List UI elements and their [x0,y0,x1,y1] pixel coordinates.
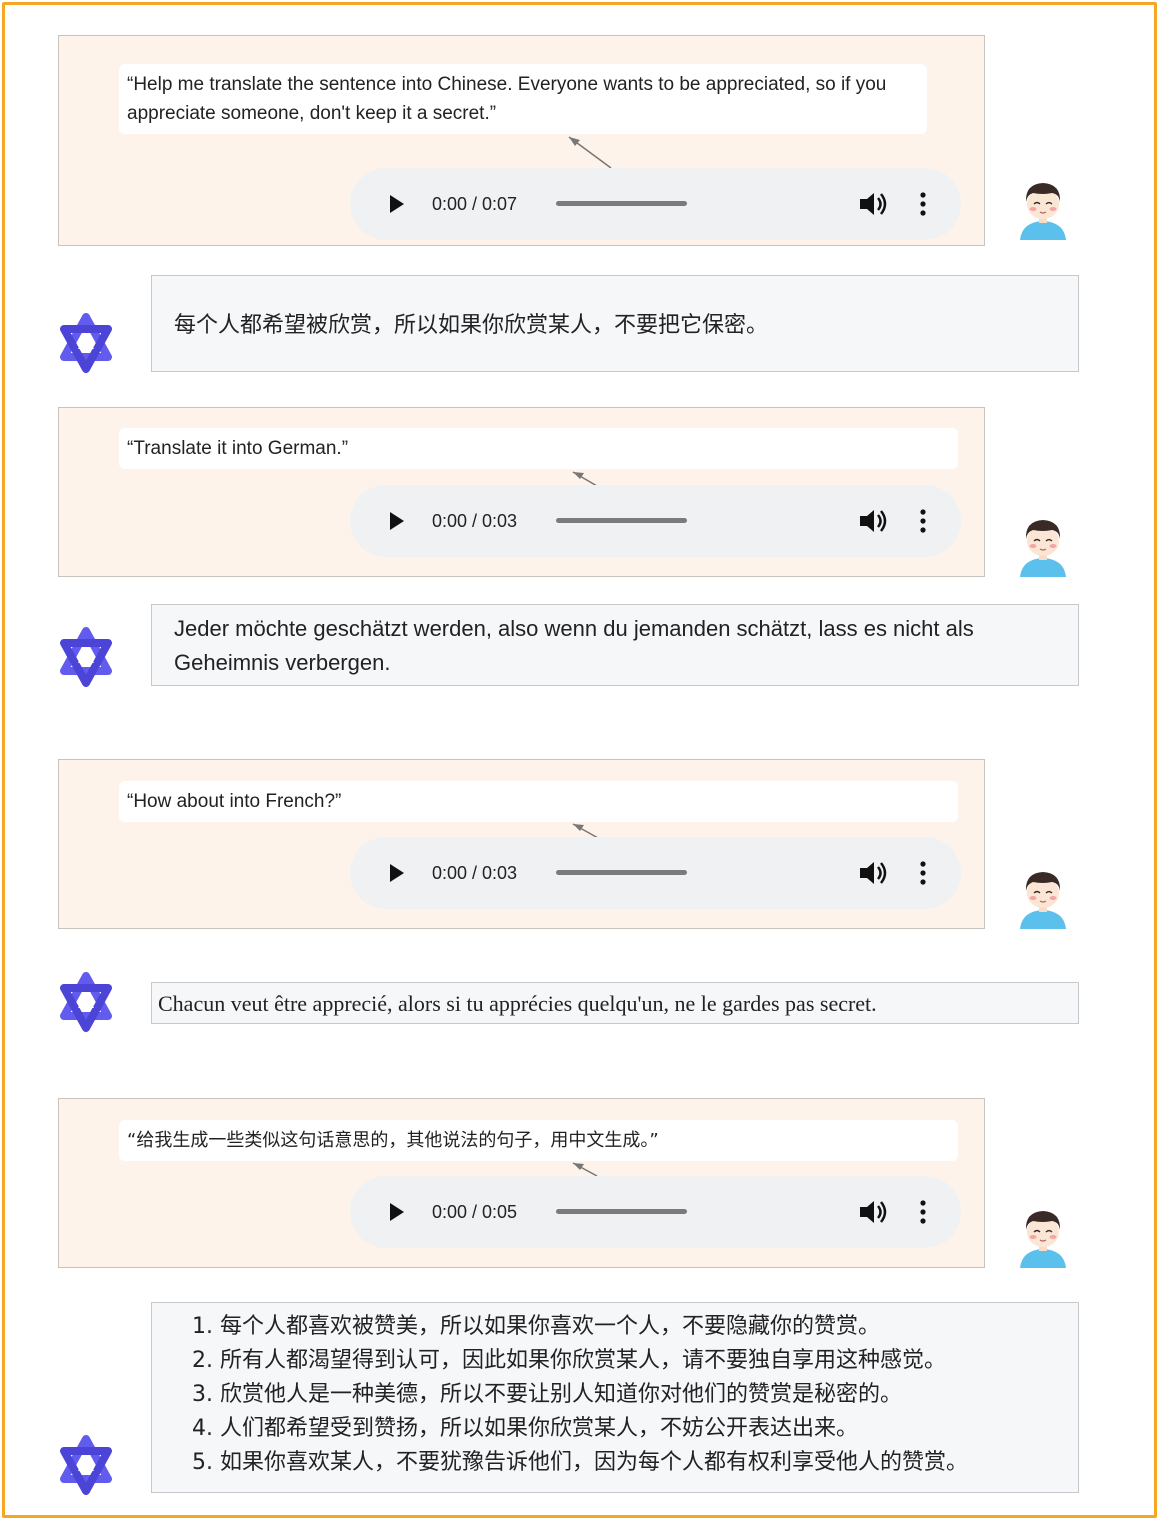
assistant-logo-icon [60,972,112,1032]
assistant-logo-icon [60,627,112,687]
play-icon[interactable] [384,509,408,533]
user-avatar-icon [1020,183,1066,240]
volume-icon[interactable] [858,859,888,887]
assistant-message-2: Jeder möchte geschätzt werden, also wenn… [151,604,1079,686]
play-icon[interactable] [384,192,408,216]
audio-time: 0:00 / 0:03 [432,511,518,531]
list-item: 4. 人们都希望受到赞扬，所以如果你欣赏某人，不妨公开表达出来。 [192,1416,858,1441]
volume-icon[interactable] [858,507,888,535]
assistant-message-1: 每个人都希望被欣赏，所以如果你欣赏某人，不要把它保密。 [151,275,1079,372]
list-item: 5. 如果你喜欢某人，不要犹豫告诉他们，因为每个人都有权利享受他人的赞赏。 [192,1450,968,1475]
list-item: 3. 欣赏他人是一种美德，所以不要让别人知道你对他们的赞赏是秘密的。 [192,1382,902,1407]
audio-progress-track[interactable] [556,518,687,523]
user-avatar-icon [1020,872,1066,929]
user-avatar-icon [1020,1211,1066,1268]
assistant-reply-text: Chacun veut être apprecié, alors si tu a… [158,991,877,1016]
more-options-icon[interactable] [916,190,930,218]
play-icon[interactable] [384,1200,408,1224]
play-icon[interactable] [384,861,408,885]
audio-time: 0:00 / 0:07 [432,194,518,214]
assistant-logo-icon [60,1435,112,1495]
user-message-1: “Help me translate the sentence into Chi… [58,35,985,246]
assistant-reply-text: Jeder möchte geschätzt werden, also wenn… [174,616,974,675]
audio-progress-track[interactable] [556,201,687,206]
audio-progress-track[interactable] [556,1209,687,1214]
volume-icon[interactable] [858,190,888,218]
assistant-reply-list: 1. 每个人都喜欢被赞美，所以如果你喜欢一个人，不要隐藏你的赞赏。 2. 所有人… [192,1310,968,1480]
audio-time: 0:00 / 0:03 [432,863,518,883]
assistant-message-3: Chacun veut être apprecié, alors si tu a… [151,982,1079,1024]
assistant-message-4: 1. 每个人都喜欢被赞美，所以如果你喜欢一个人，不要隐藏你的赞赏。 2. 所有人… [151,1302,1079,1493]
user-avatar-icon [1020,520,1066,577]
audio-player[interactable]: 0:00 / 0:03 [350,485,961,557]
user-message-3: “How about into French?” 0:00 / 0:03 [58,759,985,929]
audio-player[interactable]: 0:00 / 0:07 [350,168,961,240]
assistant-logo-icon [60,313,112,373]
user-message-4: “给我生成一些类似这句话意思的，其他说法的句子，用中文生成。” 0:00 / 0… [58,1098,985,1268]
list-item: 1. 每个人都喜欢被赞美，所以如果你喜欢一个人，不要隐藏你的赞赏。 [192,1314,880,1339]
volume-icon[interactable] [858,1198,888,1226]
more-options-icon[interactable] [916,859,930,887]
more-options-icon[interactable] [916,1198,930,1226]
audio-progress-track[interactable] [556,870,687,875]
audio-player[interactable]: 0:00 / 0:03 [350,837,961,909]
audio-time: 0:00 / 0:05 [432,1202,518,1222]
audio-player[interactable]: 0:00 / 0:05 [350,1176,961,1248]
assistant-reply-text: 每个人都希望被欣赏，所以如果你欣赏某人，不要把它保密。 [174,313,769,338]
more-options-icon[interactable] [916,507,930,535]
user-message-2: “Translate it into German.” 0:00 / 0:03 [58,407,985,577]
list-item: 2. 所有人都渴望得到认可，因此如果你欣赏某人，请不要独自享用这种感觉。 [192,1348,946,1373]
